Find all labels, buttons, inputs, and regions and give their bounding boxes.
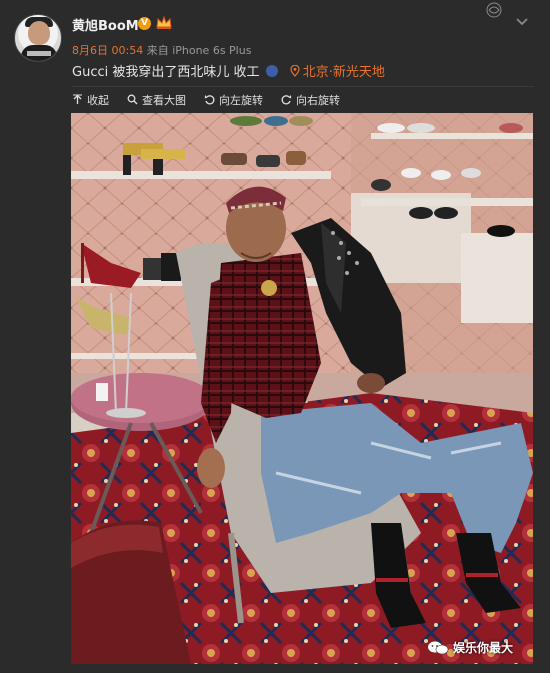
rotate-left-button[interactable]: 向左旋转 xyxy=(204,92,263,108)
rotate-right-button[interactable]: 向右旋转 xyxy=(281,92,340,108)
weibo-post-card: 黄旭BooM V 8月6日 00:54 来自 iPhone 6s Plus Gu… xyxy=(0,0,550,673)
image-toolbar: 收起 查看大图 向左旋转 向右旋转 xyxy=(72,86,534,112)
watermark-text: 娱乐你最大 xyxy=(452,641,513,655)
post-photo[interactable]: 娱乐你最大 xyxy=(71,113,533,664)
collapse-button[interactable]: 收起 xyxy=(72,92,109,108)
avatar[interactable] xyxy=(14,14,62,62)
rotate-left-icon xyxy=(204,95,215,105)
post-content: Gucci 被我穿出了西北味儿 收工 北京·新光天地 xyxy=(72,61,385,80)
up-arrow-icon xyxy=(73,94,82,104)
rotate-right-label: 向右旋转 xyxy=(296,93,340,107)
magnifier-icon xyxy=(127,94,138,105)
rotate-right-icon xyxy=(281,95,292,105)
chevron-down-icon[interactable] xyxy=(514,14,530,30)
photo-illustration xyxy=(71,113,533,664)
location-pin-icon xyxy=(290,65,300,77)
view-large-label: 查看大图 xyxy=(142,93,186,107)
rotate-left-label: 向左旋转 xyxy=(219,93,263,107)
watermark-logo-icon xyxy=(486,2,502,18)
wechat-icon xyxy=(427,641,449,654)
moon-icon xyxy=(265,65,278,77)
post-text: Gucci 被我穿出了西北味儿 收工 xyxy=(72,65,260,80)
post-source: 来自 iPhone 6s Plus xyxy=(146,44,252,57)
post-date[interactable]: 8月6日 00:54 xyxy=(72,44,143,57)
location-link[interactable]: 北京·新光天地 xyxy=(303,65,385,80)
watermark: 娱乐你最大 xyxy=(427,639,513,656)
member-crown-icon xyxy=(156,16,172,29)
username[interactable]: 黄旭BooM xyxy=(72,15,139,34)
collapse-label: 收起 xyxy=(87,93,109,107)
verified-badge-icon: V xyxy=(138,17,151,30)
post-meta: 8月6日 00:54 来自 iPhone 6s Plus xyxy=(72,42,251,58)
view-large-button[interactable]: 查看大图 xyxy=(127,92,186,108)
